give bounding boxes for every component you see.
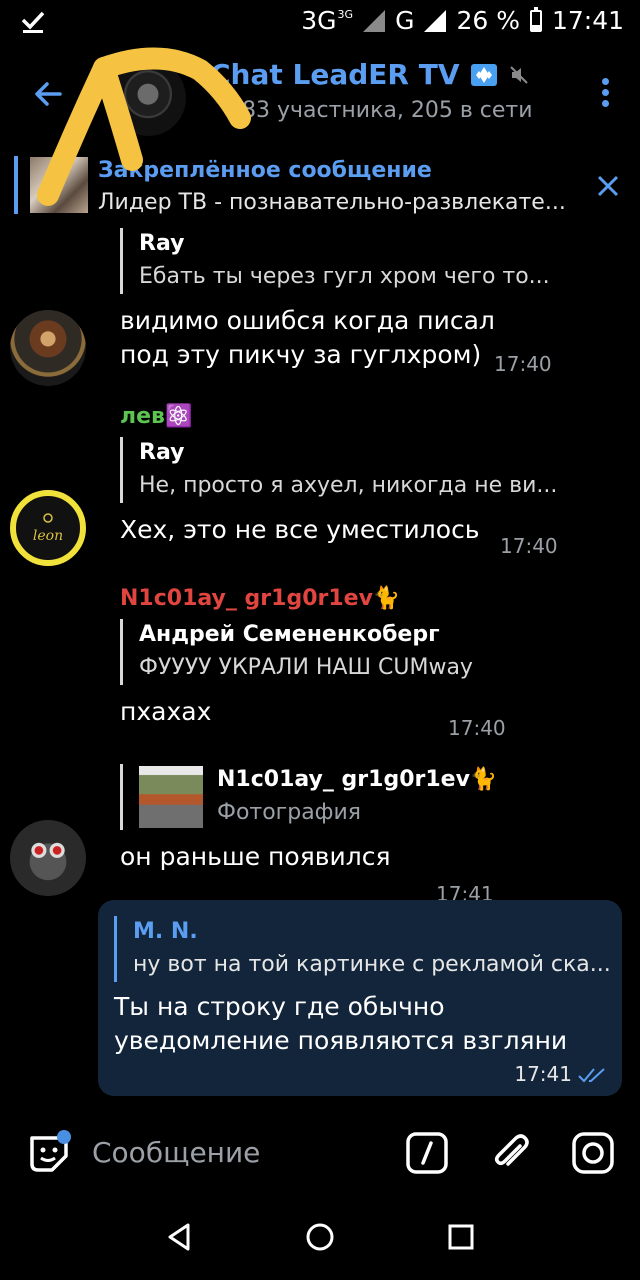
status-bar: 3G 3G G 26 % 17:41 bbox=[0, 0, 640, 44]
reply-photo-thumbnail bbox=[139, 766, 203, 828]
message-item[interactable]: leon лев⚛️ Ray Не, просто я ахуел, никог… bbox=[0, 404, 640, 566]
message-input-bar: Сообщение bbox=[0, 1114, 640, 1194]
avatar[interactable] bbox=[10, 310, 86, 386]
svg-text:leon: leon bbox=[33, 528, 63, 544]
message-item[interactable]: N1c01ay_ gr1g0r1ev🐈 Фотография он раньше… bbox=[0, 764, 640, 906]
chat-subtitle: 783 участника, 205 в сети bbox=[228, 98, 533, 123]
clock: 17:41 bbox=[551, 6, 624, 35]
pinned-thumbnail bbox=[30, 157, 88, 213]
system-nav-bar bbox=[0, 1194, 640, 1280]
bot-commands-icon[interactable] bbox=[406, 1132, 448, 1174]
muted-icon bbox=[510, 65, 529, 84]
pinned-text: Лидер ТВ - познавательно-развлекате... bbox=[98, 190, 566, 215]
attach-icon[interactable] bbox=[490, 1132, 532, 1174]
reply-author: M. N. bbox=[133, 919, 198, 944]
reply-text: Не, просто я ахуел, никогда не ви... bbox=[139, 473, 558, 498]
reply-preview[interactable]: Андрей Семененкоберг ФУУУУ УКРАЛИ НАШ CU… bbox=[120, 619, 620, 685]
nav-home-icon[interactable] bbox=[305, 1222, 335, 1252]
reply-author: Ray bbox=[139, 231, 185, 256]
nav-recents-icon[interactable] bbox=[446, 1222, 476, 1252]
avatar[interactable]: leon bbox=[10, 490, 86, 566]
reply-preview[interactable]: M. N. ну вот на той картинке с рекламой … bbox=[114, 916, 611, 982]
outgoing-message[interactable]: M. N. ну вот на той картинке с рекламой … bbox=[98, 900, 622, 1096]
reply-preview[interactable]: N1c01ay_ gr1g0r1ev🐈 Фотография bbox=[120, 764, 620, 830]
chat-title[interactable]: Chat LeadER TV bbox=[210, 58, 529, 91]
message-input[interactable]: Сообщение bbox=[92, 1136, 260, 1169]
message-item[interactable]: N1c01ay_ gr1g0r1ev🐈 Андрей Семененкоберг… bbox=[0, 586, 640, 746]
reply-preview[interactable]: Ray Не, просто я ахуел, никогда не ви... bbox=[120, 437, 620, 503]
battery-icon bbox=[529, 6, 542, 32]
reply-text: Ебать ты через гугл хром чего то... bbox=[139, 264, 550, 289]
close-icon[interactable] bbox=[596, 174, 620, 198]
sender-name[interactable]: N1c01ay_ gr1g0r1ev🐈 bbox=[120, 586, 620, 611]
message-item[interactable]: Ray Ебать ты через гугл хром чего то... … bbox=[0, 224, 640, 386]
signal-icon bbox=[363, 9, 386, 32]
reply-author: N1c01ay_ gr1g0r1ev🐈 bbox=[217, 767, 498, 792]
chat-header: Chat LeadER TV 783 участника, 205 в сети bbox=[0, 50, 640, 140]
message-time: 17:40 bbox=[500, 534, 558, 558]
message-time: 17:41 bbox=[514, 1062, 572, 1086]
back-arrow-icon[interactable] bbox=[28, 74, 68, 114]
more-vert-icon[interactable] bbox=[600, 78, 610, 110]
message-list[interactable]: Ray Ебать ты через гугл хром чего то... … bbox=[0, 224, 640, 1114]
network-3g: 3G 3G bbox=[301, 6, 354, 35]
download-done-icon bbox=[21, 11, 45, 33]
signal-icon-2 bbox=[424, 9, 447, 32]
message-time: 17:40 bbox=[494, 352, 552, 376]
reply-preview[interactable]: Ray Ебать ты через гугл хром чего то... bbox=[120, 228, 620, 294]
pinned-bar bbox=[14, 156, 18, 214]
sticker-emoji-icon[interactable] bbox=[26, 1130, 72, 1176]
pinned-message[interactable]: Закреплённое сообщение Лидер ТВ - познав… bbox=[0, 150, 640, 224]
pinned-title: Закреплённое сообщение bbox=[98, 158, 432, 183]
message-time: 17:40 bbox=[448, 716, 506, 740]
message-text: он раньше появился bbox=[120, 842, 391, 871]
reply-author: Андрей Семененкоберг bbox=[139, 622, 440, 647]
avatar[interactable] bbox=[10, 820, 86, 896]
read-checks-icon bbox=[578, 1068, 605, 1083]
message-text: пхахах bbox=[120, 697, 212, 726]
chat-avatar[interactable] bbox=[110, 60, 186, 136]
diamond-badge-icon bbox=[471, 63, 498, 86]
leon-logo: leon bbox=[33, 513, 63, 544]
sender-name[interactable]: лев⚛️ bbox=[120, 404, 620, 429]
reply-text: ну вот на той картинке с рекламой ска... bbox=[133, 952, 611, 977]
camera-icon[interactable] bbox=[572, 1132, 614, 1174]
reply-author: Ray bbox=[139, 440, 185, 465]
message-text: Ты на строку где обычно уведомление появ… bbox=[114, 992, 568, 1055]
battery-percent: 26 % bbox=[456, 6, 520, 35]
reply-text: Фотография bbox=[217, 800, 362, 825]
network-g: G bbox=[395, 6, 415, 35]
reply-text: ФУУУУ УКРАЛИ НАШ CUMway bbox=[139, 655, 473, 680]
nav-back-icon[interactable] bbox=[164, 1222, 194, 1252]
